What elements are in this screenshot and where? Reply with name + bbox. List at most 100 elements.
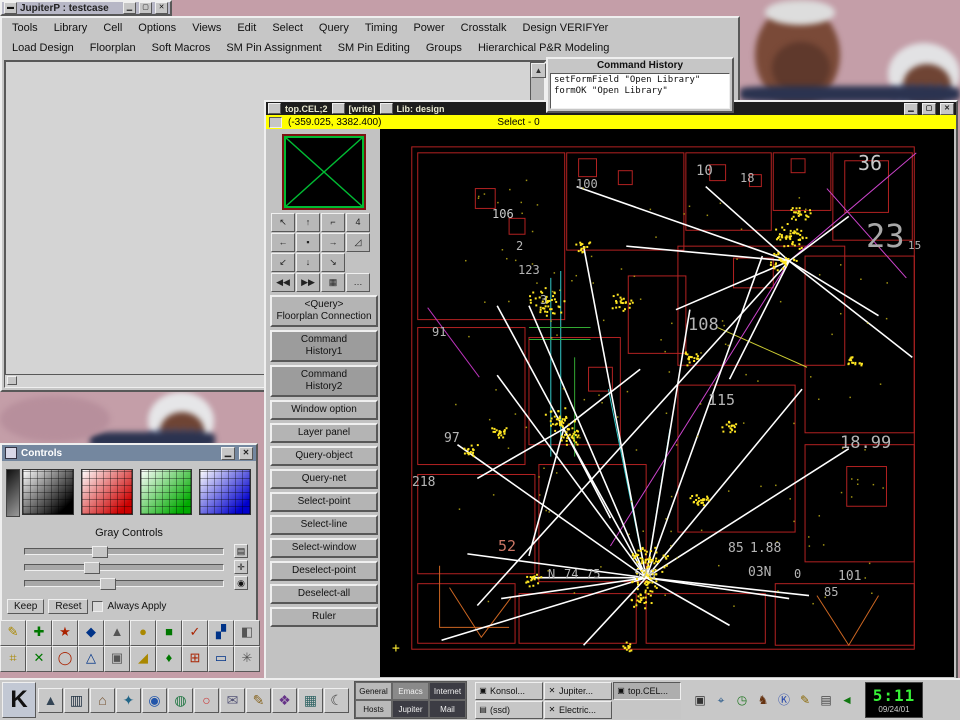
tool-button-icon[interactable]: ◢ [130, 646, 156, 672]
sidebar-button-select-line[interactable]: Select-line [270, 515, 378, 535]
sidebar-button-command-history2[interactable]: CommandHistory2 [270, 365, 378, 397]
always-apply-checkbox[interactable] [92, 601, 103, 612]
menu-item[interactable]: Edit [229, 22, 264, 34]
tool-button-icon[interactable]: ● [130, 620, 156, 646]
window-menu-icon[interactable] [268, 103, 281, 114]
home-folder-icon[interactable]: ⌂ [90, 688, 115, 713]
tool-button-icon[interactable]: ✚ [26, 620, 52, 646]
menu-item[interactable]: Library [46, 22, 96, 34]
task-button-jupiter[interactable]: ✕Jupiter... [544, 682, 612, 700]
close-button[interactable]: ✕ [940, 103, 954, 115]
layout-canvas[interactable]: 1061001018362321233911081159721818.99528… [380, 129, 954, 677]
tool-button-icon[interactable]: ✓ [182, 620, 208, 646]
tool-button-icon[interactable]: ♦ [156, 646, 182, 672]
k-menu-button[interactable]: K [2, 682, 36, 718]
slider-track[interactable] [24, 564, 224, 571]
nav-button-icon[interactable]: ← [271, 233, 295, 252]
task-button-electric[interactable]: ✕Electric... [544, 701, 612, 719]
menu-item[interactable]: Views [184, 22, 229, 34]
controls-window-titlebar[interactable]: Controls ▁ ✕ [2, 445, 256, 461]
minimize-button[interactable]: ▁ [123, 2, 136, 14]
tray-icon[interactable]: ◷ [732, 690, 752, 710]
task-button-ssd[interactable]: ▤(ssd) [475, 701, 543, 719]
slider-option-icon[interactable]: ◉ [234, 576, 248, 590]
minimize-button[interactable]: ▁ [904, 103, 918, 115]
slider-thumb[interactable] [84, 562, 100, 574]
globe-icon[interactable]: ◍ [168, 688, 193, 713]
sidebar-button-window-option[interactable]: Window option [270, 400, 378, 420]
sidebar-button-query-object[interactable]: Query-object [270, 446, 378, 466]
menu-item[interactable]: Tools [4, 22, 46, 34]
lifebuoy-icon[interactable]: ○ [194, 688, 219, 713]
menu-item[interactable]: Query [311, 22, 357, 34]
tool-button-icon[interactable]: ◧ [234, 620, 260, 646]
pager-desktop-general[interactable]: General [355, 682, 392, 700]
tray-icon[interactable]: ◄ [837, 690, 857, 710]
nav-button-icon[interactable]: ▶▶ [296, 273, 320, 292]
slider-track[interactable] [24, 548, 224, 555]
nav-button-icon[interactable]: ↙ [271, 253, 295, 272]
konqueror-icon[interactable]: ◉ [142, 688, 167, 713]
nav-button-icon[interactable]: ↑ [296, 213, 320, 232]
gradient-swatch[interactable] [22, 469, 74, 515]
tray-icon[interactable]: ⌖ [711, 690, 731, 710]
slider-thumb[interactable] [92, 546, 108, 558]
nav-button-icon[interactable]: → [321, 233, 345, 252]
menu-item[interactable]: Power [405, 22, 452, 34]
menu-item[interactable]: Hierarchical P&R Modeling [470, 42, 617, 54]
sidebar-button-command-history1[interactable]: CommandHistory1 [270, 330, 378, 362]
tool-button-icon[interactable]: ✳ [234, 646, 260, 672]
tray-icon[interactable]: ▣ [690, 690, 710, 710]
tool-button-icon[interactable]: ⌗ [0, 646, 26, 672]
nav-button-icon[interactable]: 4 [346, 213, 370, 232]
command-history-log[interactable]: setFormField "Open Library"formOK "Open … [550, 73, 730, 109]
menu-item[interactable]: SM Pin Editing [330, 42, 418, 54]
close-button[interactable]: ✕ [155, 2, 168, 14]
xapp-icon[interactable]: ☾ [324, 688, 349, 713]
tool-button-icon[interactable]: ■ [156, 620, 182, 646]
tool-button-icon[interactable]: ✎ [0, 620, 26, 646]
tray-icon[interactable]: ✎ [795, 690, 815, 710]
sidebar-button-select-window[interactable]: Select-window [270, 538, 378, 558]
tool-button-icon[interactable]: ⊞ [182, 646, 208, 672]
tool-button-icon[interactable]: ✕ [26, 646, 52, 672]
sidebar-button-ruler[interactable]: Ruler [270, 607, 378, 627]
gradient-swatch[interactable] [199, 469, 251, 515]
kde-help-icon[interactable]: ✦ [116, 688, 141, 713]
nav-button-icon[interactable]: … [346, 273, 370, 292]
pager-desktop-hosts[interactable]: Hosts [355, 700, 392, 718]
terminal-icon[interactable]: ▥ [64, 688, 89, 713]
nav-button-icon[interactable]: ◀◀ [271, 273, 295, 292]
tray-icon[interactable]: ♞ [753, 690, 773, 710]
tool-button-icon[interactable]: ▲ [104, 620, 130, 646]
window-menu-icon[interactable] [5, 447, 17, 459]
overview-minimap[interactable] [282, 134, 366, 210]
tool-button-icon[interactable]: ▭ [208, 646, 234, 672]
keep-button[interactable]: Keep [7, 599, 44, 614]
tool-button-icon[interactable]: ★ [52, 620, 78, 646]
gradient-swatch[interactable] [81, 469, 133, 515]
maximize-button[interactable]: ▢ [139, 2, 152, 14]
pager-desktop-mail[interactable]: Mail [429, 700, 466, 718]
menu-item[interactable]: Floorplan [82, 42, 144, 54]
menu-item[interactable]: Timing [357, 22, 406, 34]
status-icon[interactable] [269, 117, 282, 128]
tool-button-icon[interactable]: ▣ [104, 646, 130, 672]
command-history-title[interactable]: Command History [548, 59, 732, 72]
packages-icon[interactable]: ❖ [272, 688, 297, 713]
gradient-swatch[interactable] [140, 469, 192, 515]
task-button-top-cel[interactable]: ▣top.CEL... [613, 682, 681, 700]
nav-button-icon[interactable]: ◿ [346, 233, 370, 252]
nav-button-icon[interactable]: ↘ [321, 253, 345, 272]
slider-option-icon[interactable]: ✛ [234, 560, 248, 574]
task-button-konsol[interactable]: ▣Konsol... [475, 682, 543, 700]
menu-item[interactable]: SM Pin Assignment [218, 42, 329, 54]
menu-item[interactable]: Soft Macros [144, 42, 219, 54]
tray-icon[interactable]: Ⓚ [774, 690, 794, 710]
slider-option-icon[interactable]: ▤ [234, 544, 248, 558]
slider-track[interactable] [24, 580, 224, 587]
menu-item[interactable]: Groups [418, 42, 470, 54]
editor-icon[interactable]: ✎ [246, 688, 271, 713]
maximize-button[interactable]: ▢ [922, 103, 936, 115]
sidebar-button-query-floorplan-connection[interactable]: <Query>Floorplan Connection [270, 295, 378, 327]
